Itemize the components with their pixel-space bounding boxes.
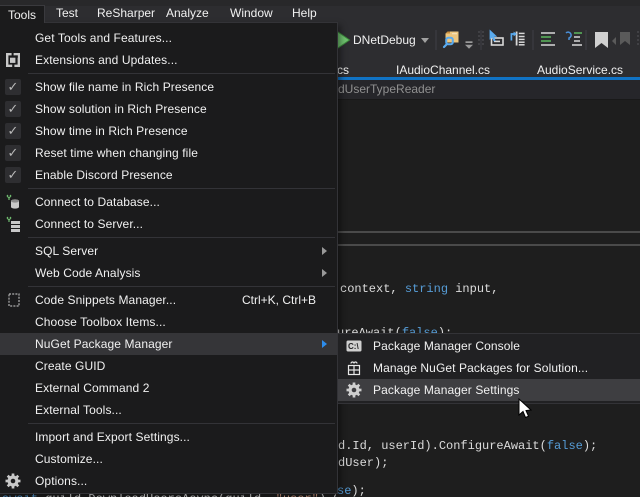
svg-text:C:\: C:\ [348,342,359,351]
svg-text:DNetDebug: DNetDebug [353,33,416,47]
